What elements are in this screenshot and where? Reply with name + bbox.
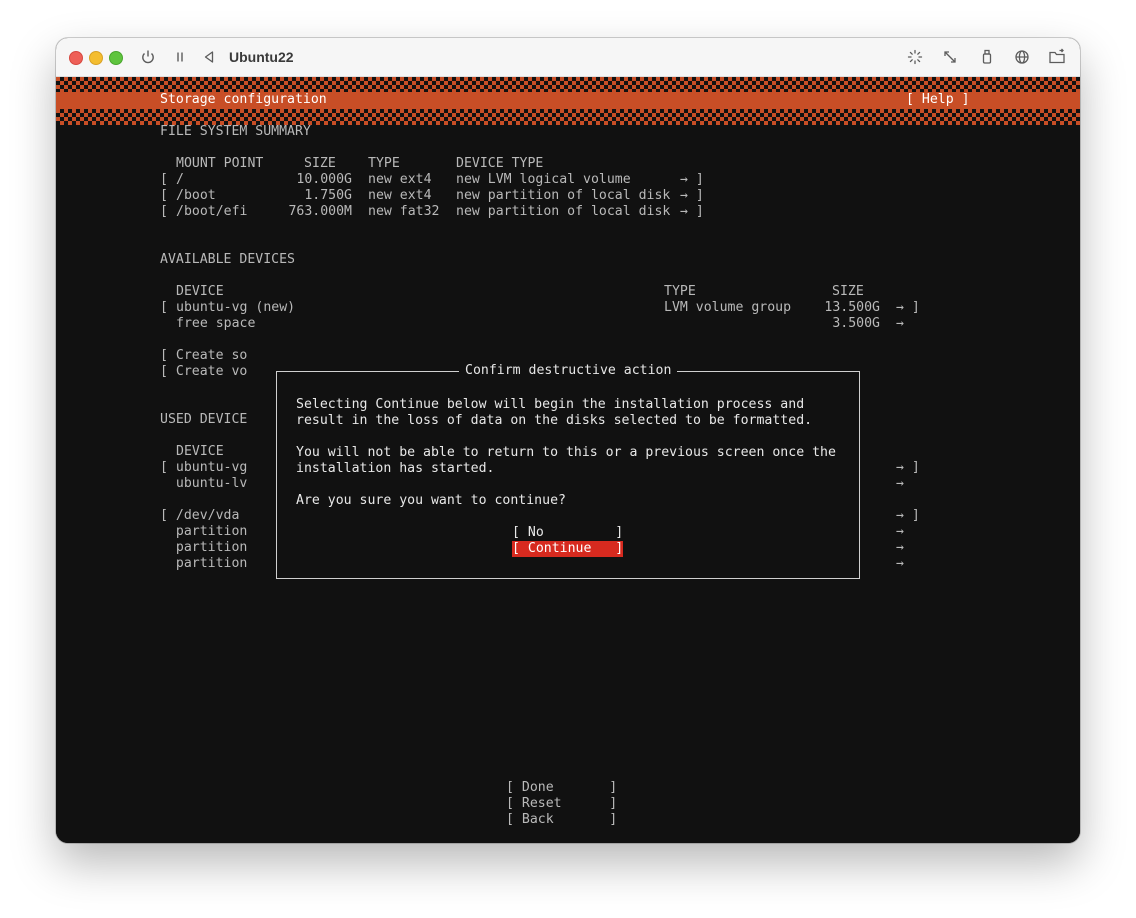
dialog-text: result in the loss of data on the disks …	[296, 413, 813, 428]
size-value: 1.750G	[304, 188, 352, 203]
list-item[interactable]: [ ubuntu-vg	[160, 460, 247, 476]
device-type: new LVM logical volume	[456, 172, 631, 187]
device-type: new partition of local disk	[456, 204, 671, 219]
list-item[interactable]: partition	[160, 524, 247, 540]
reset-button[interactable]: [ Reset ]	[506, 796, 617, 812]
list-item[interactable]: partition	[160, 540, 247, 556]
dialog-title: Confirm destructive action	[459, 363, 678, 379]
device-type: new partition of local disk	[456, 188, 671, 203]
usb-icon[interactable]	[977, 47, 997, 67]
header-pattern-top	[56, 77, 1080, 93]
column-header: TYPE	[664, 284, 696, 299]
mount-point: /boot/efi	[176, 204, 248, 219]
row-bracket: [	[160, 204, 168, 219]
row-bracket: [	[160, 172, 168, 187]
arrow-icon: →	[896, 316, 904, 331]
dialog-text: You will not be able to return to this o…	[296, 445, 836, 460]
size-value: 10.000G	[296, 172, 352, 187]
column-header: DEVICE	[176, 444, 224, 459]
fs-type: new ext4	[368, 172, 432, 187]
section-heading: USED DEVICE	[160, 412, 248, 427]
arrow-icon: → ]	[680, 204, 704, 219]
device-name: free space	[176, 316, 256, 331]
back-icon[interactable]	[199, 47, 219, 67]
arrow-icon: → ]	[896, 300, 920, 315]
power-icon[interactable]	[138, 47, 158, 67]
done-button[interactable]: [ Done ]	[506, 780, 617, 796]
column-header: SIZE	[832, 284, 864, 299]
dialog-question: Are you sure you want to continue?	[296, 493, 566, 508]
section-heading: FILE SYSTEM SUMMARY	[160, 124, 311, 139]
zoom-button[interactable]	[109, 51, 123, 65]
device-name: ubuntu-vg (new)	[176, 300, 296, 315]
page-title: Storage configuration	[160, 92, 327, 107]
list-item[interactable]: ubuntu-lv	[160, 476, 247, 492]
fs-type: new ext4	[368, 188, 432, 203]
size-value: 763.000M	[288, 204, 352, 219]
no-button[interactable]: [ No ]	[512, 525, 623, 541]
column-header: DEVICE TYPE	[456, 156, 544, 171]
arrow-icon: →	[896, 524, 904, 539]
continue-button[interactable]: [ Continue ]	[512, 541, 624, 557]
back-button[interactable]: [ Back ]	[506, 812, 617, 828]
close-button[interactable]	[69, 51, 83, 65]
title-bar: Ubuntu22	[56, 38, 1080, 77]
dialog-text: installation has started.	[296, 461, 495, 476]
arrow-icon: →	[896, 556, 904, 571]
pause-icon[interactable]	[170, 47, 190, 67]
row-bracket: [	[160, 188, 168, 203]
create-volume-group-button[interactable]: [ Create vo	[160, 364, 247, 380]
fs-type: new fat32	[368, 204, 440, 219]
create-software-raid-button[interactable]: [ Create so	[160, 348, 247, 364]
help-button[interactable]: [ Help ]	[906, 92, 970, 108]
resize-icon[interactable]	[940, 47, 960, 67]
arrow-icon: →	[896, 476, 904, 491]
mount-point: /	[176, 172, 184, 187]
window-title: Ubuntu22	[229, 49, 294, 65]
arrow-icon: → ]	[680, 172, 704, 187]
size-value: 13.500G	[824, 300, 880, 315]
column-header: MOUNT POINT	[176, 156, 264, 171]
row-bracket: [	[160, 300, 168, 315]
mount-point: /boot	[176, 188, 216, 203]
arrow-icon: →	[896, 540, 904, 555]
list-item[interactable]: partition	[160, 556, 247, 572]
arrow-icon: → ]	[680, 188, 704, 203]
column-header: TYPE	[368, 156, 400, 171]
column-header: DEVICE	[176, 284, 224, 299]
device-type: LVM volume group	[664, 300, 792, 315]
column-header: SIZE	[304, 156, 336, 171]
dialog-text: Selecting Continue below will begin the …	[296, 397, 805, 412]
arrow-icon: → ]	[896, 508, 920, 523]
terminal-screen: Storage configuration [ Help ] FILE SYST…	[56, 77, 1080, 843]
minimize-button[interactable]	[89, 51, 103, 65]
vm-window: Ubuntu22 Storage configuration [ Help ] …	[56, 38, 1080, 843]
header-pattern-bottom	[56, 109, 1080, 125]
section-heading: AVAILABLE DEVICES	[160, 252, 295, 267]
brightness-icon[interactable]	[905, 47, 925, 67]
confirm-dialog: Confirm destructive action Selecting Con…	[276, 363, 860, 579]
arrow-icon: → ]	[896, 460, 920, 475]
network-icon[interactable]	[1012, 47, 1032, 67]
list-item[interactable]: [ /dev/vda	[160, 508, 239, 524]
folder-icon[interactable]	[1047, 47, 1067, 67]
size-value: 3.500G	[832, 316, 880, 331]
